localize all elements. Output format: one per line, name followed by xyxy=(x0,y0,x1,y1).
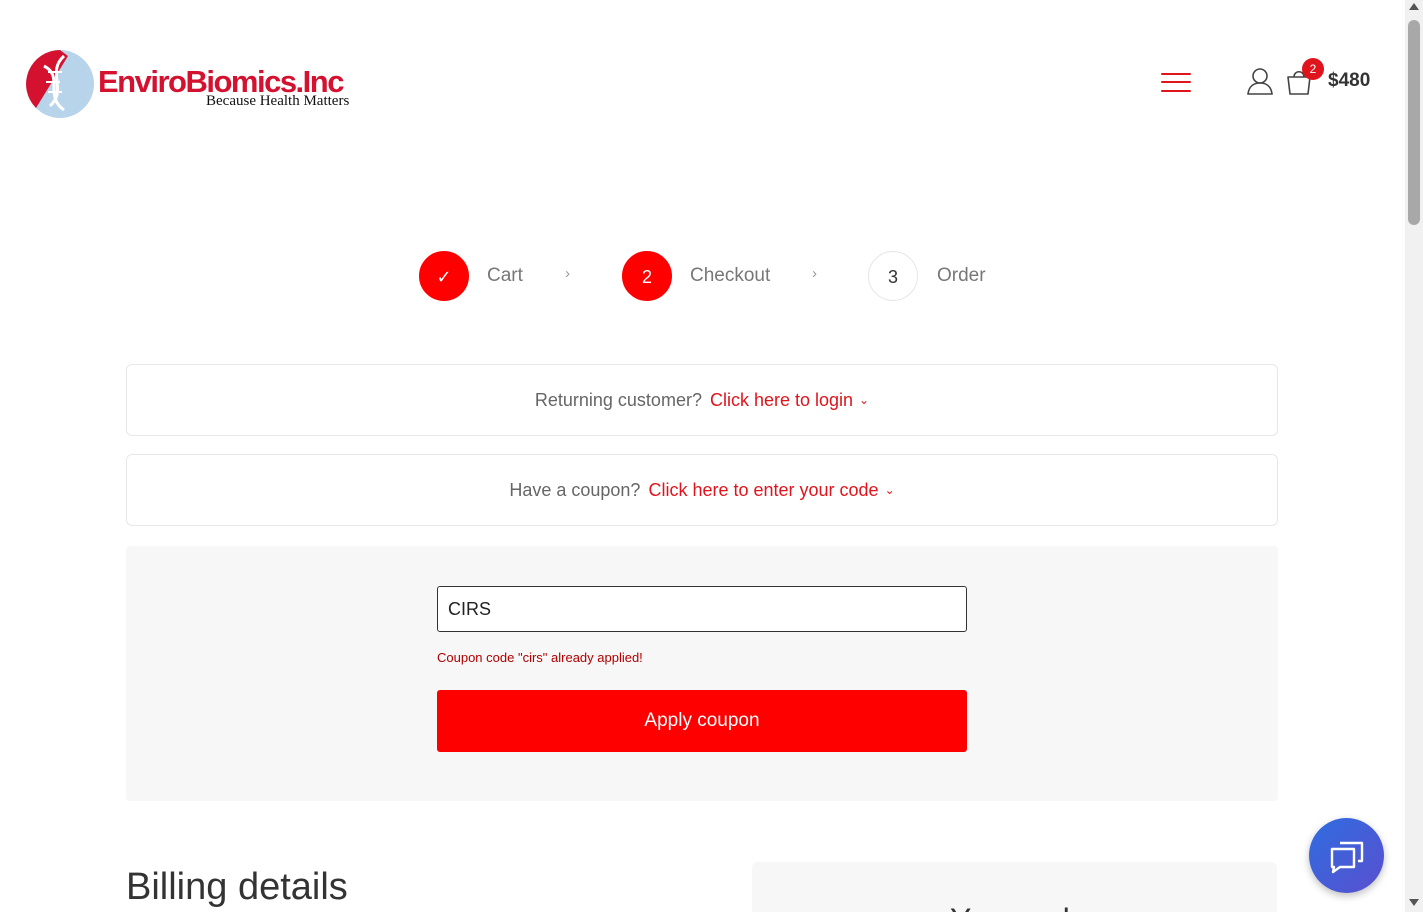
order-summary-box: Your order xyxy=(752,862,1277,912)
hamburger-bar xyxy=(1161,73,1191,75)
user-icon[interactable] xyxy=(1245,66,1275,96)
site-logo[interactable]: EnviroBiomics.Inc Because Health Matters xyxy=(24,46,364,126)
returning-customer-question: Returning customer? xyxy=(534,390,702,410)
logo-tagline: Because Health Matters xyxy=(206,93,350,109)
hamburger-bar xyxy=(1161,90,1191,92)
chat-widget-button[interactable] xyxy=(1309,818,1384,893)
order-summary-heading: Your order xyxy=(950,902,1098,912)
dna-globe-logo-icon xyxy=(26,50,94,118)
billing-details-heading: Billing details xyxy=(126,866,348,908)
step-order-label: Order xyxy=(937,265,986,286)
chevron-right-icon: › xyxy=(565,265,570,282)
checkout-steps: ✓ Cart › 2 Checkout › 3 Order xyxy=(0,251,1405,301)
hamburger-menu-icon[interactable] xyxy=(1161,71,1191,93)
step-cart-label[interactable]: Cart xyxy=(487,265,523,287)
coupon-code-input[interactable] xyxy=(437,586,967,632)
coupon-notice: Have a coupon? Click here to enter your c… xyxy=(126,454,1278,526)
scroll-down-arrow-icon[interactable] xyxy=(1409,899,1419,906)
hamburger-bar xyxy=(1161,81,1191,83)
step-checkout-number: 2 xyxy=(622,251,672,301)
login-toggle-link[interactable]: Click here to login xyxy=(710,390,853,410)
scroll-up-arrow-icon[interactable] xyxy=(1409,3,1419,10)
chevron-right-icon: › xyxy=(812,265,817,282)
cart-count-badge: 2 xyxy=(1302,58,1324,80)
coupon-error-message: Coupon code "cirs" already applied! xyxy=(437,650,643,665)
chat-bubbles-icon xyxy=(1330,841,1364,874)
cart-total[interactable]: $480 xyxy=(1328,70,1370,92)
returning-customer-notice: Returning customer? Click here to login ⌄ xyxy=(126,364,1278,436)
coupon-question: Have a coupon? xyxy=(509,480,641,500)
chevron-down-icon[interactable]: ⌄ xyxy=(859,365,869,435)
step-order-number: 3 xyxy=(868,251,918,301)
coupon-toggle-link[interactable]: Click here to enter your code xyxy=(648,480,878,500)
step-cart-check-icon[interactable]: ✓ xyxy=(419,251,469,301)
chevron-down-icon[interactable]: ⌄ xyxy=(885,455,895,525)
page-scrollbar[interactable] xyxy=(1405,0,1423,912)
apply-coupon-button[interactable]: Apply coupon xyxy=(437,690,967,752)
scrollbar-thumb[interactable] xyxy=(1408,20,1420,225)
step-checkout-label: Checkout xyxy=(690,265,771,286)
coupon-form: Coupon code "cirs" already applied! Appl… xyxy=(126,546,1278,801)
